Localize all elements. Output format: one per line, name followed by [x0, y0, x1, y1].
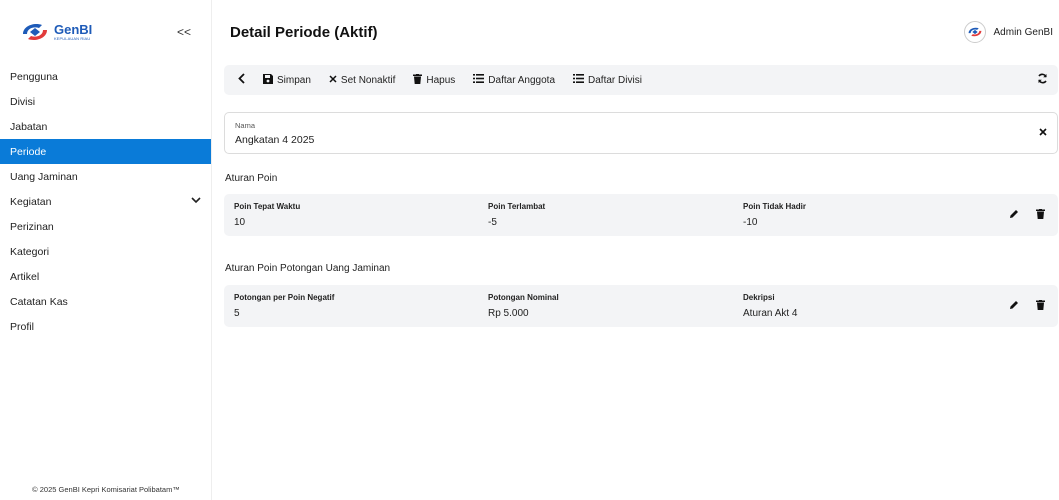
user-name: Admin GenBI: [993, 26, 1053, 38]
copyright-footer: © 2025 GenBI Kepri Komisariat Polibatam™: [32, 485, 180, 494]
logo-row: GenBI KEPULAUAN RIAU <<: [0, 0, 211, 64]
delete-button[interactable]: Hapus: [413, 73, 456, 87]
division-list-button[interactable]: Daftar Divisi: [573, 74, 642, 86]
nominal-deduction-column: Potongan Nominal Rp 5.000: [488, 293, 559, 319]
sidebar-item-kegiatan[interactable]: Kegiatan: [0, 189, 211, 214]
sidebar-item-pengguna[interactable]: Pengguna: [0, 64, 211, 89]
deduction-per-point-column: Potongan per Poin Negatif 5: [234, 293, 334, 319]
close-icon: [1039, 127, 1047, 139]
column-value: 10: [234, 217, 246, 228]
column-header: Poin Terlambat: [488, 202, 546, 211]
sidebar-item-label: Uang Jaminan: [10, 170, 78, 183]
brand-logo[interactable]: GenBI KEPULAUAN RIAU: [20, 20, 92, 44]
sidebar-item-catatan-kas[interactable]: Catatan Kas: [0, 289, 211, 314]
sidebar-item-periode[interactable]: Periode: [0, 139, 211, 164]
deduction-rules-card: Potongan per Poin Negatif 5 Potongan Nom…: [224, 285, 1058, 327]
sidebar-item-label: Pengguna: [10, 70, 58, 83]
on-time-points-column: Poin Tepat Waktu 10: [234, 202, 300, 228]
avatar: [963, 21, 986, 43]
close-icon: [329, 74, 337, 86]
name-field[interactable]: Nama Angkatan 4 2025: [224, 112, 1058, 154]
name-field-value[interactable]: Angkatan 4 2025: [235, 134, 1047, 146]
column-value: -10: [743, 217, 758, 228]
set-inactive-label: Set Nonaktif: [340, 74, 396, 86]
late-points-column: Poin Terlambat -5: [488, 202, 545, 228]
column-header: Dekripsi: [743, 293, 775, 302]
trash-icon[interactable]: [1034, 299, 1046, 311]
name-field-label: Nama: [235, 121, 256, 130]
sidebar-item-perizinan[interactable]: Perizinan: [0, 214, 211, 239]
list-icon: [573, 74, 585, 86]
chevron-left-icon: [238, 73, 245, 87]
collapse-sidebar-button[interactable]: <<: [177, 25, 191, 39]
column-value: Rp 5.000: [488, 308, 529, 319]
brand-title: GenBI: [54, 22, 93, 37]
refresh-button[interactable]: [1037, 73, 1048, 87]
column-value: Aturan Akt 4: [743, 308, 798, 319]
user-menu[interactable]: Admin GenBI: [963, 21, 1053, 43]
page-title: Detail Periode (Aktif): [230, 23, 378, 41]
sidebar-item-divisi[interactable]: Divisi: [0, 89, 211, 114]
points-rules-title: Aturan Poin: [225, 173, 278, 184]
pencil-icon[interactable]: [1008, 299, 1020, 311]
topbar: Detail Periode (Aktif) Admin GenBI: [212, 0, 1059, 64]
column-header: Poin Tidak Hadir: [743, 202, 806, 211]
card-actions: [1008, 299, 1046, 311]
member-list-button[interactable]: Daftar Anggota: [473, 74, 555, 86]
refresh-icon: [1037, 73, 1048, 87]
column-header: Potongan Nominal: [488, 293, 559, 302]
set-inactive-button[interactable]: Set Nonaktif: [329, 75, 395, 86]
main-content: Detail Periode (Aktif) Admin GenBI Simpa…: [212, 0, 1059, 500]
save-label: Simpan: [277, 74, 311, 86]
member-list-label: Daftar Anggota: [488, 74, 556, 86]
logo-icon: [20, 20, 50, 44]
list-icon: [473, 74, 485, 86]
pencil-icon[interactable]: [1008, 208, 1020, 220]
sidebar-item-label: Profil: [10, 320, 34, 333]
sidebar-item-profil[interactable]: Profil: [0, 314, 211, 339]
sidebar-item-label: Catatan Kas: [10, 295, 68, 308]
brand-subtitle: KEPULAUAN RIAU: [54, 36, 91, 41]
column-header: Poin Tepat Waktu: [234, 202, 301, 211]
sidebar-item-label: Kegiatan: [10, 195, 52, 208]
division-list-label: Daftar Divisi: [588, 74, 642, 86]
sidebar-item-label: Periode: [10, 145, 47, 158]
absent-points-column: Poin Tidak Hadir -10: [743, 202, 806, 228]
sidebar-item-jabatan[interactable]: Jabatan: [0, 114, 211, 139]
sidebar-nav: Pengguna Divisi Jabatan Periode Uang Jam…: [0, 64, 211, 339]
action-toolbar: Simpan Set Nonaktif Hapus Daftar Anggota…: [224, 65, 1058, 95]
sidebar-item-label: Kategori: [10, 245, 50, 258]
description-column: Dekripsi Aturan Akt 4: [743, 293, 797, 319]
card-actions: [1008, 208, 1046, 220]
sidebar-item-label: Artikel: [10, 270, 40, 283]
sidebar: GenBI KEPULAUAN RIAU << Pengguna Divisi …: [0, 0, 212, 500]
sidebar-item-uang-jaminan[interactable]: Uang Jaminan: [0, 164, 211, 189]
trash-icon: [413, 73, 423, 87]
save-icon: [263, 73, 273, 87]
sidebar-item-label: Jabatan: [10, 120, 48, 133]
save-button[interactable]: Simpan: [263, 73, 311, 87]
delete-label: Hapus: [426, 74, 456, 86]
column-value: -5: [488, 217, 497, 228]
sidebar-item-artikel[interactable]: Artikel: [0, 264, 211, 289]
deduction-rules-title: Aturan Poin Potongan Uang Jaminan: [225, 263, 391, 274]
column-value: 5: [234, 308, 240, 319]
back-button[interactable]: [234, 73, 249, 87]
sidebar-item-label: Perizinan: [10, 220, 54, 233]
chevron-down-icon: [191, 196, 201, 207]
sidebar-item-kategori[interactable]: Kategori: [0, 239, 211, 264]
points-rules-card: Poin Tepat Waktu 10 Poin Terlambat -5 Po…: [224, 194, 1058, 236]
column-header: Potongan per Poin Negatif: [234, 293, 335, 302]
trash-icon[interactable]: [1034, 208, 1046, 220]
clear-name-button[interactable]: [1039, 127, 1047, 139]
sidebar-item-label: Divisi: [10, 95, 36, 108]
